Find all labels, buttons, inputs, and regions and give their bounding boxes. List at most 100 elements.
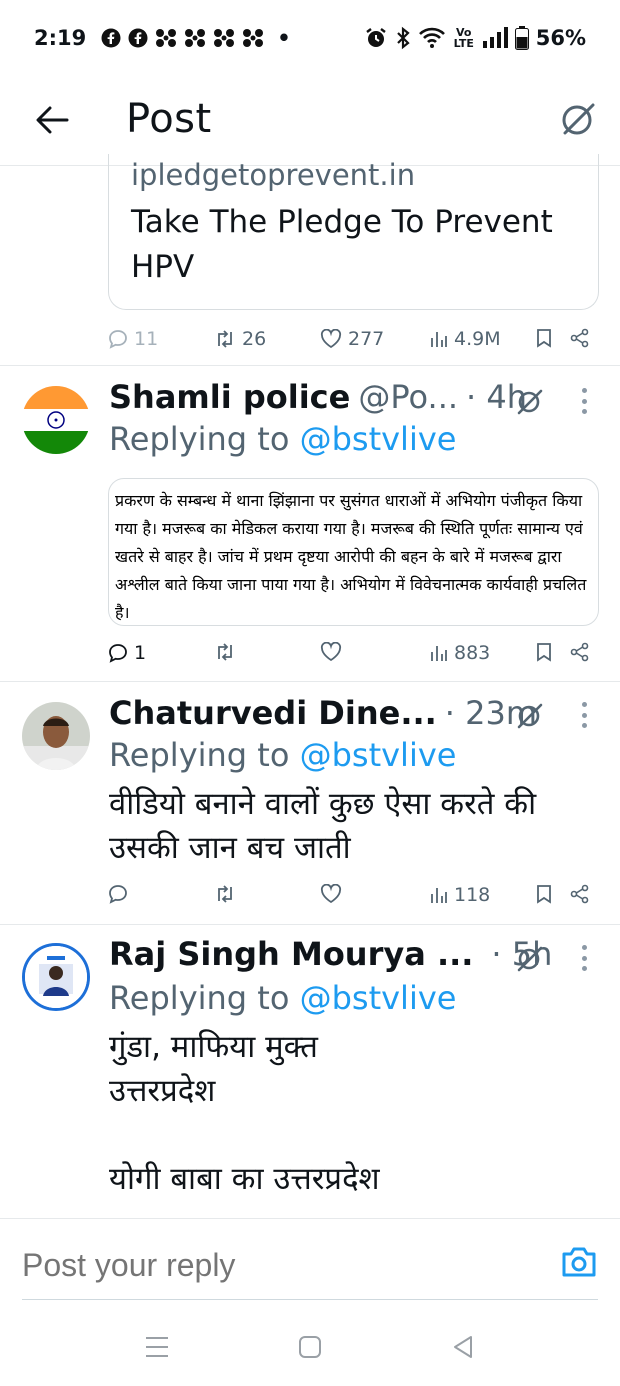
top-header: Post <box>0 76 620 166</box>
bookmark-action[interactable] <box>536 884 552 904</box>
more-options-button[interactable] <box>574 943 594 973</box>
avatar[interactable] <box>22 943 90 1011</box>
main-post-actions: 11 26 277 4.9M <box>0 326 620 356</box>
mention-link[interactable]: @bstvlive <box>300 979 457 1017</box>
facebook-icon <box>101 28 121 48</box>
heart-icon <box>320 884 342 904</box>
share-action[interactable] <box>570 328 590 348</box>
image-text: प्रकरण के सम्बन्ध में थाना झिंझाना पर सु… <box>115 491 587 622</box>
like-action[interactable] <box>320 642 342 662</box>
repost-action[interactable] <box>214 884 236 904</box>
replying-prefix: Replying to <box>109 420 300 458</box>
replying-prefix: Replying to <box>109 736 300 774</box>
reply-input[interactable] <box>22 1247 502 1284</box>
bookmark-icon <box>537 885 551 904</box>
views-count: 4.9M <box>454 328 501 350</box>
author-name[interactable]: Chaturvedi Dine... <box>109 694 437 732</box>
author-handle[interactable]: @Po... <box>358 378 458 416</box>
grok-icon[interactable] <box>514 943 544 973</box>
views-action[interactable]: 883 <box>430 642 490 664</box>
reply-action[interactable]: 11 <box>108 328 158 350</box>
reply-text: वीडियो बनाने वालों कुछ ऐसा करते की उसकी … <box>109 786 537 866</box>
reply-actions: 118 <box>0 884 620 910</box>
like-action[interactable] <box>320 884 342 904</box>
grok-button[interactable] <box>556 98 598 140</box>
avatar[interactable] <box>22 702 90 770</box>
back-button[interactable] <box>30 98 74 142</box>
reply-composer <box>0 1218 620 1300</box>
views-action[interactable]: 118 <box>430 884 490 906</box>
views-action[interactable]: 4.9M <box>430 328 501 350</box>
volte-icon: Vo LTE <box>453 27 475 49</box>
grok-icon[interactable] <box>514 700 544 730</box>
status-dot: • <box>277 26 291 50</box>
replying-to: Replying to @bstvlive <box>109 736 456 774</box>
views-count: 883 <box>454 642 491 664</box>
reply-header: Shamli police @Po... · 4h <box>109 378 527 416</box>
app-grid-icon <box>242 28 264 48</box>
reply-action[interactable]: 1 <box>108 642 146 664</box>
reply-item[interactable]: Shamli police @Po... · 4h Replying to @b… <box>0 366 620 682</box>
reply-icon <box>109 330 127 349</box>
reply-count: 11 <box>134 328 159 350</box>
arrow-left-icon <box>36 106 69 134</box>
like-action[interactable]: 277 <box>320 328 384 350</box>
link-preview-card[interactable]: ipledgetoprevent.in Take The Pledge To P… <box>108 154 599 310</box>
share-action[interactable] <box>570 642 590 662</box>
repost-icon <box>218 330 232 348</box>
more-options-button[interactable] <box>574 386 594 416</box>
status-bar: 2:19 • Vo LTE 56% <box>0 0 620 76</box>
back-nav-button[interactable] <box>448 1334 478 1360</box>
share-action[interactable] <box>570 884 590 904</box>
reply-header: Chaturvedi Dine... · 23m <box>109 694 537 732</box>
grok-icon[interactable] <box>514 386 544 416</box>
bookmark-icon <box>537 643 551 662</box>
attached-image[interactable]: प्रकरण के सम्बन्ध में थाना झिंझाना पर सु… <box>108 478 599 626</box>
app-grid-icon <box>184 28 206 48</box>
author-name[interactable]: Shamli police <box>109 378 350 416</box>
battery-icon <box>514 26 529 50</box>
reply-icon <box>109 644 127 663</box>
share-icon <box>570 328 589 348</box>
reply-header: Raj Singh Mourya ... · 5h <box>109 935 552 973</box>
signal-icon <box>482 27 508 49</box>
system-nav-bar <box>0 1300 620 1386</box>
replying-to: Replying to @bstvlive <box>109 979 456 1017</box>
status-right: Vo LTE 56% <box>364 26 586 50</box>
reply-item[interactable]: Raj Singh Mourya ... · 5h Replying to @b… <box>0 925 620 1218</box>
repost-icon <box>218 643 232 661</box>
more-options-button[interactable] <box>574 700 594 730</box>
grok-icon <box>562 103 595 135</box>
status-time: 2:19 <box>34 26 87 50</box>
bookmark-icon <box>537 329 551 348</box>
bookmark-action[interactable] <box>536 642 552 662</box>
avatar[interactable] <box>22 386 90 454</box>
volte-label: Vo LTE <box>453 26 474 50</box>
like-count: 277 <box>348 328 385 350</box>
battery-percent: 56% <box>535 26 586 50</box>
mention-link[interactable]: @bstvlive <box>300 420 457 458</box>
reply-action[interactable] <box>108 884 128 904</box>
recent-apps-button[interactable] <box>142 1334 172 1360</box>
views-icon <box>431 888 447 903</box>
link-title: Take The Pledge To Prevent HPV <box>131 204 553 285</box>
main-post-section: ipledgetoprevent.in Take The Pledge To P… <box>0 154 620 366</box>
mention-link[interactable]: @bstvlive <box>300 736 457 774</box>
heart-icon <box>320 329 342 349</box>
camera-button[interactable] <box>560 1245 598 1281</box>
reply-text: गुंडा, माफिया मुक्त उत्तरप्रदेश योगी बाब… <box>109 1029 380 1197</box>
bluetooth-icon <box>395 26 411 50</box>
repost-action[interactable]: 26 <box>214 328 266 350</box>
wifi-icon <box>418 27 446 49</box>
views-count: 118 <box>454 884 491 906</box>
repost-action[interactable] <box>214 642 236 662</box>
heart-icon <box>320 642 342 662</box>
reply-item[interactable]: Chaturvedi Dine... · 23m Replying to @bs… <box>0 682 620 925</box>
reply-icon <box>109 885 127 904</box>
author-name[interactable]: Raj Singh Mourya ... <box>109 935 473 973</box>
camera-icon <box>562 1247 596 1277</box>
reply-actions: 1 883 <box>0 642 620 668</box>
menu-lines-icon <box>146 1337 168 1357</box>
home-button[interactable] <box>295 1334 325 1360</box>
bookmark-action[interactable] <box>536 328 552 348</box>
